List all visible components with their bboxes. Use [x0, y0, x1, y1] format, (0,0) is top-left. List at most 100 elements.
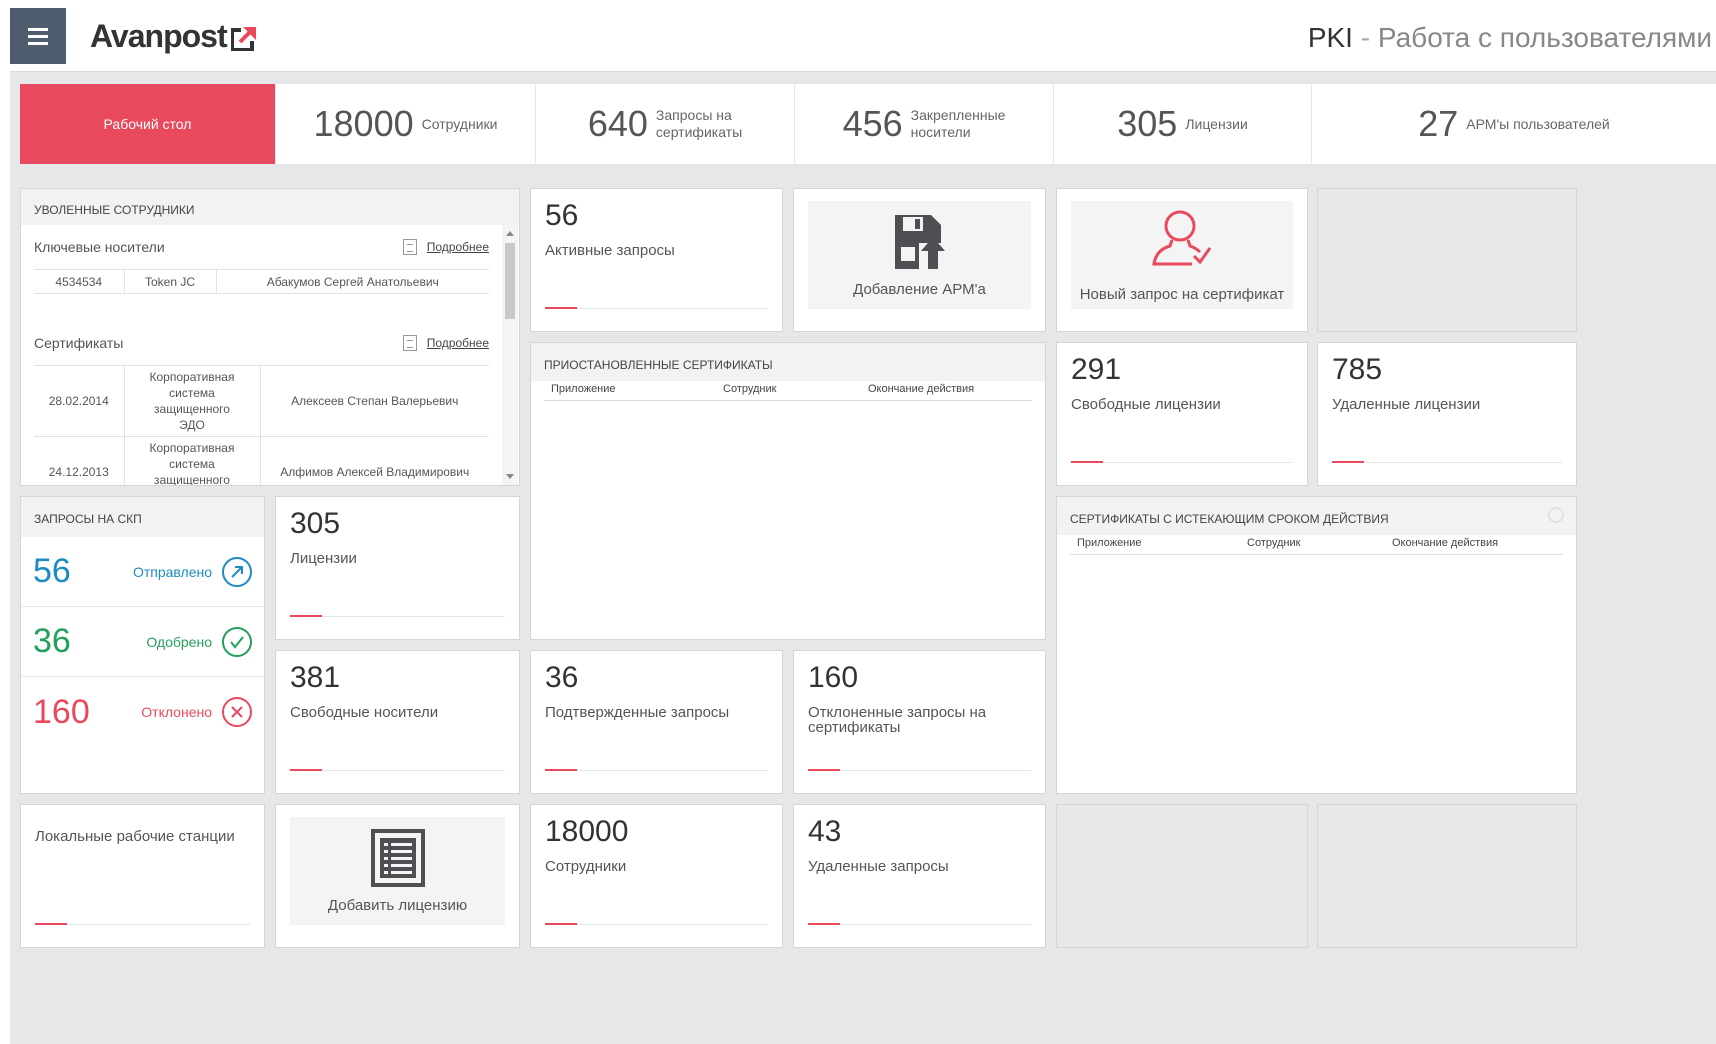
free-media-tile[interactable]: 381 Свободные носители: [275, 650, 520, 794]
scroll-down-arrow-icon[interactable]: [506, 474, 514, 479]
table-cell: Корпоративная система защищенного ЭДО: [124, 436, 261, 485]
tile-underline: [290, 615, 505, 617]
empty-tile: [1317, 804, 1577, 948]
add-arm-tile[interactable]: Добавление АРМ'a: [793, 188, 1046, 332]
stat-cert-requests[interactable]: 640 Запросы на сертификаты: [536, 84, 795, 164]
table-row[interactable]: 28.02.2014 Корпоративная система защищен…: [34, 365, 489, 437]
confirmed-requests-label: Подтвержденные запросы: [545, 704, 730, 721]
new-cert-request-button[interactable]: Новый запрос на сертификат: [1071, 201, 1293, 309]
stat-employees[interactable]: 18000 Сотрудники: [276, 84, 536, 164]
suspended-certificates-columns: Приложение Сотрудник Окончание действия: [544, 383, 1032, 401]
local-workstations-label: Локальные рабочие станции: [35, 828, 235, 845]
tile-underline: [35, 923, 250, 925]
expiring-certificates-header: Сертификаты с истекающим сроком действия: [1057, 497, 1576, 535]
empty-tile: [1056, 804, 1308, 948]
stats-bar: Рабочий стол 18000 Сотрудники 640 Запрос…: [20, 84, 1716, 164]
tile-underline: [808, 769, 1031, 771]
tile-underline: [1071, 461, 1293, 463]
table-cell: Корпоративная система защищенного ЭДО: [124, 365, 261, 437]
add-license-button[interactable]: Добавить лицензию: [290, 817, 505, 925]
arrow-up-right-icon: [222, 556, 252, 587]
skp-approved-label: Одобрено: [146, 633, 212, 650]
deleted-licenses-value: 785: [1332, 353, 1383, 386]
page-title-main: PKI: [1307, 22, 1353, 53]
table-cell: Token JC: [124, 269, 217, 294]
avanpost-logo[interactable]: Avanpost: [90, 18, 257, 55]
stat-licenses-label: Лицензии: [1185, 115, 1248, 132]
gear-icon[interactable]: [1548, 507, 1564, 523]
page-title: PKI - Работа с пользователями: [1308, 22, 1712, 54]
column-header[interactable]: Окончание действия: [1392, 537, 1498, 554]
fired-panel-scrollbar[interactable]: [502, 225, 518, 485]
column-header[interactable]: Сотрудник: [1247, 537, 1392, 554]
add-arm-button[interactable]: Добавление АРМ'a: [808, 201, 1031, 309]
free-licenses-tile[interactable]: 291 Свободные лицензии: [1056, 342, 1308, 486]
stat-assigned-media-label-line2: носители: [910, 124, 971, 140]
table-cell: 4534534: [34, 269, 125, 294]
top-header: Avanpost PKI - Работа с пользователями: [10, 8, 1716, 72]
column-header[interactable]: Окончание действия: [868, 383, 974, 400]
key-media-more-label: Подробнее: [426, 240, 489, 254]
stat-user-workstations[interactable]: 27 АРМ'ы пользователей: [1312, 84, 1716, 164]
skp-requests-title: Запросы на СКП: [34, 512, 142, 526]
licenses-tile[interactable]: 305 Лицензии: [275, 496, 520, 640]
list-document-icon: [370, 828, 425, 887]
column-header[interactable]: Сотрудник: [723, 383, 868, 400]
certificates-more-label: Подробнее: [426, 336, 489, 350]
column-header[interactable]: Приложение: [551, 383, 723, 400]
deleted-requests-tile[interactable]: 43 Удаленные запросы: [793, 804, 1046, 948]
tile-underline: [545, 923, 768, 925]
table-cell: Алфимов Алексей Владимирович: [260, 436, 489, 485]
fired-employees-title: Уволенные сотрудники: [34, 203, 195, 217]
skp-requests-header: Запросы на СКП: [21, 497, 264, 537]
suspended-certificates-header: Приостановленные сертификаты: [531, 343, 1045, 381]
scroll-up-arrow-icon[interactable]: [506, 231, 514, 236]
page-title-sub: Работа с пользователями: [1377, 22, 1712, 53]
hamburger-menu-button[interactable]: [10, 8, 66, 64]
stat-cert-requests-label-line1: Запросы на: [655, 107, 732, 123]
skp-rejected-label: Отклонено: [141, 704, 212, 720]
fired-employees-header: Уволенные сотрудники: [21, 189, 519, 225]
rejected-requests-tile[interactable]: 160 Отклоненные запросы на сертификаты: [793, 650, 1046, 794]
stat-cert-requests-label: Запросы на сертификаты: [656, 107, 742, 141]
add-license-label: Добавить лицензию: [327, 896, 468, 914]
add-license-tile[interactable]: Добавить лицензию: [275, 804, 520, 948]
expiring-certificates-columns: Приложение Сотрудник Окончание действия: [1070, 537, 1563, 555]
tile-underline: [1332, 461, 1562, 463]
table-row[interactable]: 24.12.2013 Корпоративная система защищен…: [34, 436, 489, 485]
column-header[interactable]: Приложение: [1077, 537, 1247, 554]
certificates-more-link[interactable]: Подробнее: [402, 335, 489, 351]
employees-tile[interactable]: 18000 Сотрудники: [530, 804, 783, 948]
skp-approved-row[interactable]: 36 Одобрено: [21, 607, 264, 677]
skp-requests-panel: Запросы на СКП 56 Отправлено 36 Одобрено…: [20, 496, 265, 794]
skp-rejected-row[interactable]: 160 Отклонено: [21, 677, 264, 747]
skp-sent-value: 56: [33, 552, 71, 590]
app-window: Avanpost PKI - Работа с пользователями Р…: [10, 8, 1716, 1044]
local-workstations-tile[interactable]: Локальные рабочие станции: [20, 804, 265, 948]
suspended-certificates-title: Приостановленные сертификаты: [544, 358, 773, 372]
stat-cert-requests-label-line2: сертификаты: [655, 124, 743, 140]
stat-licenses[interactable]: 305 Лицензии: [1054, 84, 1312, 164]
scroll-thumb[interactable]: [505, 243, 515, 319]
employees-value: 18000: [545, 815, 629, 848]
tile-underline: [808, 923, 1031, 925]
skp-sent-row[interactable]: 56 Отправлено: [21, 537, 264, 607]
rejected-requests-value: 160: [808, 661, 859, 694]
rejected-requests-label: Отклоненные запросы на сертификаты: [808, 704, 987, 736]
stat-dashboard-tab[interactable]: Рабочий стол: [20, 84, 276, 164]
licenses-value: 305: [290, 507, 341, 540]
menu-bar-icon: [28, 41, 48, 45]
free-media-label: Свободные носители: [290, 704, 439, 721]
confirmed-requests-tile[interactable]: 36 Подтвержденные запросы: [530, 650, 783, 794]
expiring-certificates-title: Сертификаты с истекающим сроком действия: [1070, 512, 1389, 526]
key-media-more-link[interactable]: Подробнее: [402, 239, 489, 255]
stat-assigned-media[interactable]: 456 Закрепленные носители: [795, 84, 1054, 164]
active-requests-tile[interactable]: 56 Активные запросы: [530, 188, 783, 332]
deleted-licenses-tile[interactable]: 785 Удаленные лицензии: [1317, 342, 1577, 486]
table-row[interactable]: 4534534 Token JC Абакумов Сергей Анатоль…: [34, 269, 489, 294]
stat-licenses-value: 305: [1117, 103, 1178, 144]
deleted-requests-value: 43: [808, 815, 842, 848]
certificates-label: Сертификаты: [34, 335, 124, 351]
new-cert-request-tile[interactable]: Новый запрос на сертификат: [1056, 188, 1308, 332]
skp-sent-label: Отправлено: [132, 563, 212, 580]
